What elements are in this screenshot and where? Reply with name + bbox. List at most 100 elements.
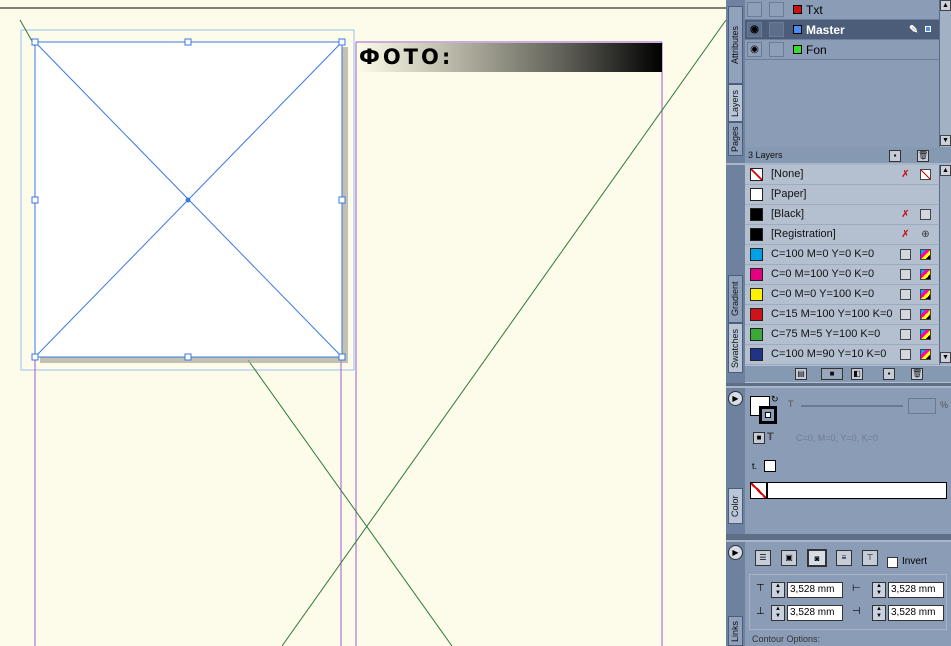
no-edit-icon: ✗ — [901, 169, 910, 180]
eye-icon[interactable]: ◉ — [747, 42, 762, 57]
swatch-row[interactable]: C=75 M=5 Y=100 K=0 — [745, 325, 938, 345]
layer-row-master[interactable]: ◉ Master ✎ — [745, 20, 939, 40]
cmyk-icon — [920, 289, 931, 300]
layers-scrollbar[interactable]: ▲ ▼ — [939, 0, 951, 147]
stroke-swatch[interactable] — [759, 406, 777, 424]
swatch-row[interactable]: C=0 M=0 Y=100 K=0 — [745, 285, 938, 305]
scroll-up-icon[interactable]: ▲ — [940, 165, 951, 176]
document-canvas[interactable]: ФОТО: — [0, 0, 726, 646]
tint-slider[interactable] — [801, 405, 903, 407]
no-edit-icon: ✗ — [901, 209, 910, 220]
swap-arrows-icon[interactable]: ↻ — [771, 394, 779, 405]
eye-icon[interactable]: ◉ — [747, 22, 762, 37]
color-ramp[interactable] — [767, 482, 947, 499]
swatch-name: C=15 M=100 Y=100 K=0 — [771, 308, 893, 320]
tab-color[interactable]: Color — [728, 488, 743, 524]
cmyk-readout: C=0, M=0, Y=0, K=0 — [796, 433, 878, 443]
swatch-row[interactable]: C=0 M=100 Y=0 K=0 — [745, 265, 938, 285]
process-color-icon — [900, 349, 911, 360]
fill-stroke-proxy[interactable]: ↻ — [750, 394, 780, 426]
invert-checkbox[interactable] — [887, 557, 898, 568]
swatch-row[interactable]: [Registration] ✗ ⊕ — [745, 225, 938, 245]
right-offset-field[interactable]: 3,528 mm — [888, 605, 944, 621]
show-gradient-swatches-icon[interactable]: ◧ — [851, 368, 863, 380]
layers-panel-tabs: Attributes Layers Pages — [726, 0, 745, 163]
tab-gradient[interactable]: Gradient — [728, 275, 743, 323]
cmyk-icon — [920, 249, 931, 260]
left-offset-field[interactable]: 3,528 mm — [888, 582, 944, 598]
swatch-row[interactable]: C=100 M=90 Y=10 K=0 — [745, 345, 938, 365]
lock-toggle[interactable] — [769, 2, 784, 17]
cmyk-icon — [920, 269, 931, 280]
swatch-name: [Black] — [771, 208, 805, 220]
panel-menu-icon[interactable]: ▶ — [728, 545, 743, 560]
swatch-name: [Registration] — [771, 228, 836, 240]
trash-icon[interactable]: 🗑 — [911, 368, 923, 380]
layer-color-chip — [793, 25, 802, 34]
none-color-button[interactable] — [750, 482, 767, 499]
new-swatch-icon[interactable]: ▪ — [883, 368, 895, 380]
show-all-swatches-icon[interactable]: ▤ — [795, 368, 807, 380]
tab-attributes[interactable]: Attributes — [728, 6, 743, 84]
tab-swatches[interactable]: Swatches — [728, 323, 743, 373]
layer-color-chip — [793, 5, 802, 14]
none-color-icon — [920, 169, 931, 180]
swatch-name: C=100 M=90 Y=10 K=0 — [771, 348, 887, 360]
panel-menu-icon[interactable]: ▶ — [728, 391, 743, 406]
bottom-offset-field[interactable]: 3,528 mm — [787, 605, 843, 621]
wrap-panel-tabs: ▶ Links — [726, 542, 745, 646]
trash-icon[interactable]: 🗑 — [917, 150, 929, 162]
top-offset-field[interactable]: 3,528 mm — [787, 582, 843, 598]
tab-pages[interactable]: Pages — [728, 122, 743, 156]
jump-object-icon[interactable]: ≡ — [836, 550, 852, 566]
tab-links[interactable]: Links — [728, 616, 743, 646]
white-swatch-button[interactable] — [764, 460, 776, 472]
object-mode-icon[interactable]: ■ — [753, 432, 765, 444]
left-offset-stepper[interactable]: ▲ ▼ — [872, 582, 886, 598]
scroll-up-icon[interactable]: ▲ — [940, 0, 951, 11]
swatches-scrollbar[interactable]: ▲ ▼ — [939, 165, 951, 365]
selected-indicator-icon — [925, 26, 931, 32]
swatch-chip — [750, 248, 763, 261]
bottom-offset-stepper[interactable]: ▲ ▼ — [771, 605, 785, 621]
swatch-name: C=75 M=5 Y=100 K=0 — [771, 328, 881, 340]
swatch-row[interactable]: C=15 M=100 Y=100 K=0 — [745, 305, 938, 325]
process-color-icon — [900, 309, 911, 320]
scroll-down-icon[interactable]: ▼ — [940, 352, 951, 363]
show-color-swatches-icon[interactable]: ■ — [821, 368, 843, 380]
no-edit-icon: ✗ — [901, 229, 910, 240]
layer-row-txt[interactable]: Txt — [745, 0, 939, 20]
top-offset-stepper[interactable]: ▲ ▼ — [771, 582, 785, 598]
photo-heading-bar[interactable]: ФОТО: — [357, 43, 662, 72]
jump-to-next-column-icon[interactable]: ⊤ — [862, 550, 878, 566]
layer-count: 3 Layers — [748, 150, 783, 160]
no-wrap-icon[interactable]: ☰ — [755, 550, 771, 566]
registration-icon: ⊕ — [921, 229, 930, 240]
swatch-chip — [750, 188, 763, 201]
swatch-row[interactable]: C=100 M=0 Y=0 K=0 — [745, 245, 938, 265]
swatch-row[interactable]: [Black] ✗ — [745, 205, 938, 225]
swatch-chip — [750, 268, 763, 281]
process-color-icon — [900, 329, 911, 340]
swatch-name: [None] — [771, 168, 804, 180]
contour-options-label: Contour Options: — [752, 634, 821, 644]
right-offset-stepper[interactable]: ▲ ▼ — [872, 605, 886, 621]
layer-row-fon[interactable]: ◉ Fon — [745, 40, 939, 60]
new-layer-icon[interactable]: ▪ — [889, 150, 901, 162]
swatch-row[interactable]: [None] ✗ — [745, 165, 938, 185]
lock-toggle[interactable] — [769, 22, 784, 37]
scroll-down-icon[interactable]: ▼ — [940, 135, 951, 146]
wrap-object-shape-icon[interactable]: ◙ — [807, 549, 827, 567]
text-mode-icon[interactable]: T — [767, 431, 774, 443]
swatch-name: C=0 M=0 Y=100 K=0 — [771, 288, 875, 300]
visibility-toggle[interactable] — [747, 2, 762, 17]
tab-layers[interactable]: Layers — [728, 84, 743, 122]
tint-field[interactable] — [908, 398, 936, 414]
wrap-bounding-box-icon[interactable]: ▣ — [781, 550, 797, 566]
swatch-row[interactable]: [Paper] — [745, 185, 938, 205]
cmyk-icon — [920, 329, 931, 340]
swatch-chip — [750, 208, 763, 221]
process-color-icon — [900, 289, 911, 300]
swatches-panel: Gradient Swatches [None] ✗ [Paper] [Blac… — [726, 163, 951, 383]
lock-toggle[interactable] — [769, 42, 784, 57]
